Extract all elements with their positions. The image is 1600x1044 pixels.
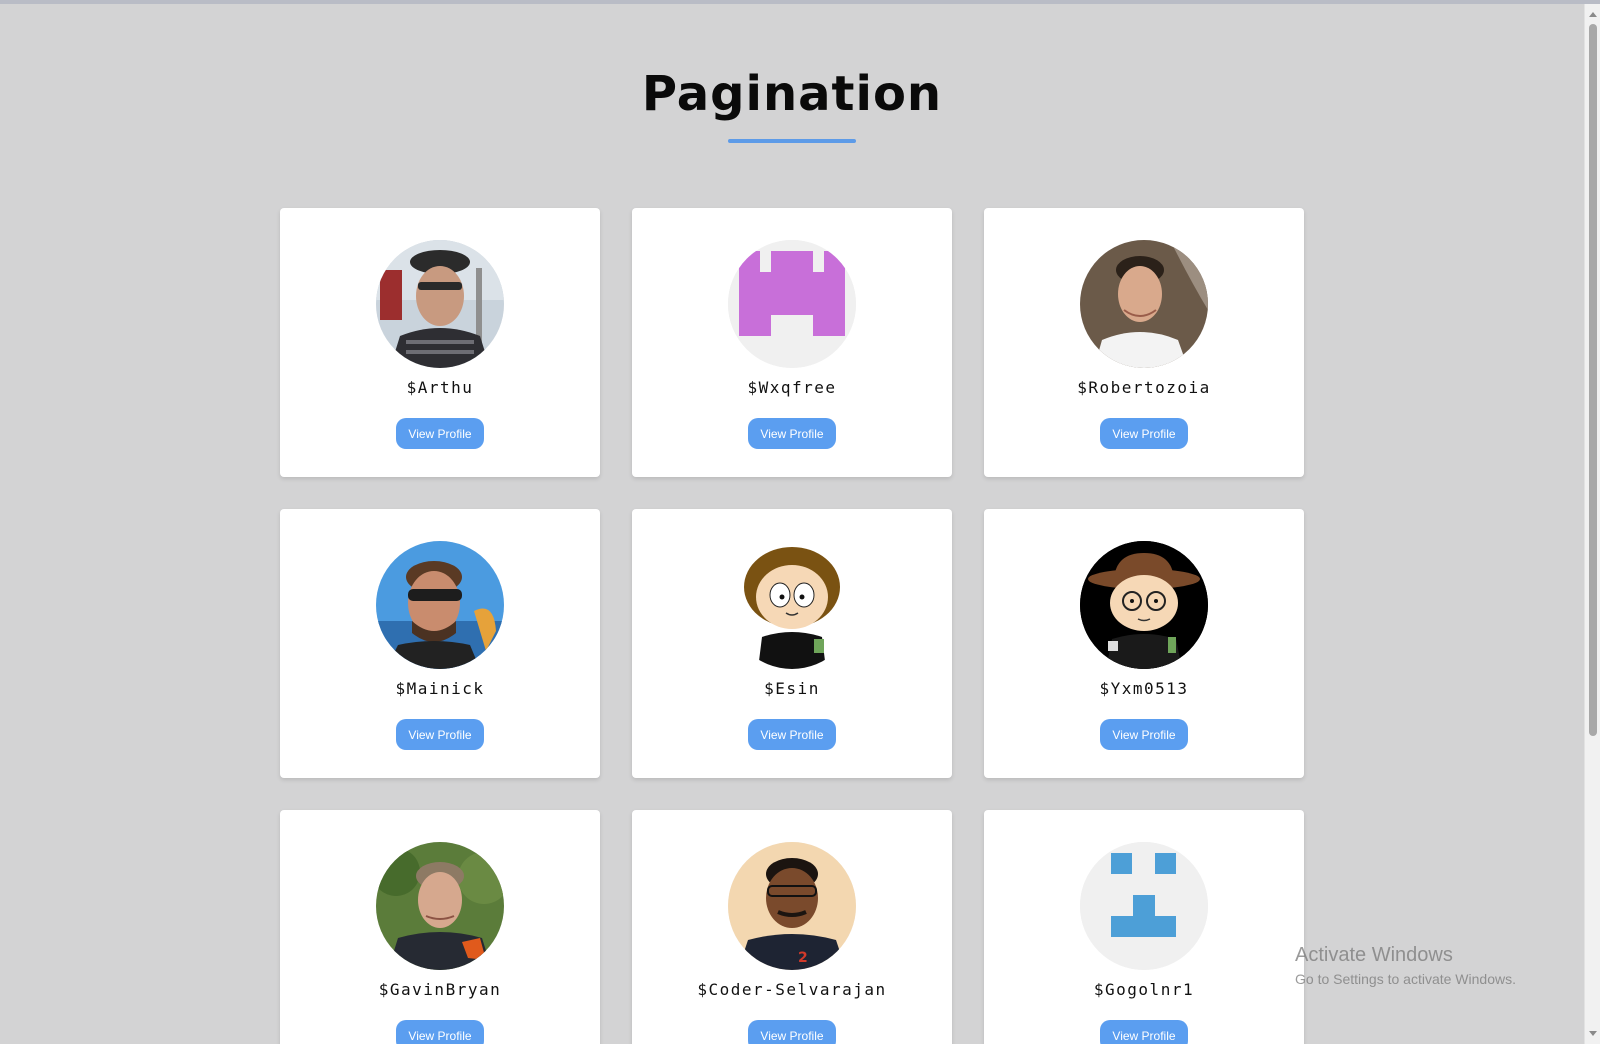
username: $Wxqfree — [747, 378, 837, 397]
profile-card: $GavinBryan View Profile — [280, 810, 600, 1044]
scroll-up-arrow-icon[interactable] — [1589, 12, 1597, 17]
view-profile-button[interactable]: View Profile — [1100, 1020, 1188, 1044]
avatar — [1080, 842, 1208, 970]
avatar-photo-icon — [376, 240, 504, 368]
profile-card: $Robertozoia View Profile — [984, 208, 1304, 477]
avatar-photo-icon — [1080, 240, 1208, 368]
profile-card: $Gogolnr1 View Profile — [984, 810, 1304, 1044]
watermark-title: Activate Windows — [1295, 944, 1453, 966]
username: $Esin — [764, 679, 820, 698]
username: $Robertozoia — [1077, 378, 1211, 397]
username: $Yxm0513 — [1099, 679, 1189, 698]
avatar — [1080, 240, 1208, 368]
cartoon-avatar-icon — [1080, 541, 1208, 669]
avatar — [728, 240, 856, 368]
page: Pagination $Arthu View Profile $Wxqfree … — [0, 0, 1584, 1044]
view-profile-button[interactable]: View Profile — [1100, 719, 1188, 750]
view-profile-button[interactable]: View Profile — [396, 1020, 484, 1044]
view-profile-button[interactable]: View Profile — [396, 719, 484, 750]
watermark-subtitle: Go to Settings to activate Windows. — [1295, 971, 1516, 987]
view-profile-button[interactable]: View Profile — [396, 418, 484, 449]
avatar — [376, 240, 504, 368]
page-title: Pagination — [641, 66, 943, 122]
avatar — [376, 541, 504, 669]
username: $Gogolnr1 — [1093, 980, 1195, 999]
username: $Mainick — [395, 679, 485, 698]
avatar-photo-icon — [376, 842, 504, 970]
avatar — [376, 842, 504, 970]
identicon-icon — [1080, 842, 1208, 970]
avatar — [728, 541, 856, 669]
view-profile-button[interactable]: View Profile — [748, 418, 836, 449]
avatar: 2 — [728, 842, 856, 970]
avatar-photo-icon: 2 — [728, 842, 856, 970]
username: $Coder-Selvarajan — [697, 980, 887, 999]
profile-grid: $Arthu View Profile $Wxqfree View Profil… — [280, 208, 1304, 1044]
view-profile-button[interactable]: View Profile — [748, 1020, 836, 1044]
identicon-icon — [728, 240, 856, 368]
cartoon-avatar-icon — [728, 541, 856, 669]
svg-text:2: 2 — [798, 950, 808, 966]
scrollbar-thumb[interactable] — [1589, 24, 1597, 736]
username: $GavinBryan — [378, 980, 502, 999]
avatar — [1080, 541, 1208, 669]
profile-card: $Wxqfree View Profile — [632, 208, 952, 477]
profile-card: $Yxm0513 View Profile — [984, 509, 1304, 778]
avatar-photo-icon — [376, 541, 504, 669]
title-underline — [728, 139, 856, 143]
username: $Arthu — [406, 378, 474, 397]
view-profile-button[interactable]: View Profile — [1100, 418, 1188, 449]
profile-card: $Mainick View Profile — [280, 509, 600, 778]
scroll-down-arrow-icon[interactable] — [1589, 1031, 1597, 1036]
vertical-scrollbar[interactable] — [1584, 4, 1600, 1044]
profile-card: $Arthu View Profile — [280, 208, 600, 477]
view-profile-button[interactable]: View Profile — [748, 719, 836, 750]
profile-card: $Esin View Profile — [632, 509, 952, 778]
activate-windows-watermark: Activate Windows Go to Settings to activ… — [1295, 944, 1516, 987]
profile-card: 2 $Coder-Selvarajan View Profile — [632, 810, 952, 1044]
